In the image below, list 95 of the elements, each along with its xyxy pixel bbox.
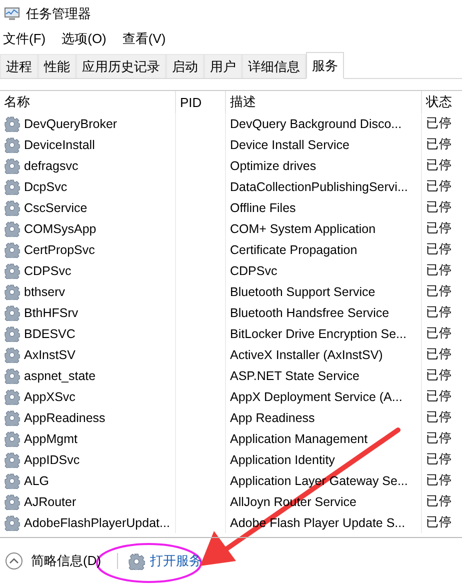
service-status: 已停 (426, 409, 452, 426)
service-status: 已停 (426, 304, 452, 321)
service-name: CertPropSvc (24, 242, 95, 256)
column-header[interactable]: 名称 (4, 93, 30, 111)
service-description: DataCollectionPublishingServi... (230, 180, 408, 194)
service-status: 已停 (426, 283, 452, 300)
service-status: 已停 (426, 262, 452, 279)
tab[interactable]: 应用历史记录 (76, 54, 166, 78)
service-status: 已停 (426, 430, 452, 447)
service-name: DeviceInstall (24, 138, 95, 152)
service-description: Offline Files (230, 200, 296, 214)
gear-icon (4, 200, 20, 216)
tab[interactable]: 启动 (166, 54, 204, 78)
service-status: 已停 (426, 346, 452, 363)
service-name: AdobeFlashPlayerUpdat... (24, 516, 170, 530)
service-name: ALG (24, 474, 50, 488)
service-status: 已停 (426, 157, 452, 174)
gear-icon (4, 346, 20, 362)
service-name: COMSysApp (24, 222, 96, 236)
service-name: DevQueryBroker (24, 116, 118, 130)
gear-icon (4, 304, 20, 320)
service-status: 已停 (426, 178, 452, 195)
gear-icon (4, 178, 20, 194)
service-name: CDPSvc (24, 264, 72, 278)
gear-icon (4, 326, 20, 342)
service-description: Bluetooth Handsfree Service (230, 306, 390, 320)
service-status: 已停 (426, 115, 452, 132)
tab[interactable]: 详细信息 (242, 54, 306, 78)
chevron-up-icon (5, 552, 23, 570)
gear-icon (4, 116, 20, 132)
service-description: Optimize drives (230, 158, 316, 172)
service-name: AJRouter (24, 494, 76, 508)
service-name: AppMgmt (24, 432, 78, 446)
gear-icon (4, 514, 20, 530)
gear-icon (4, 220, 20, 236)
service-name: AppIDSvc (24, 452, 80, 466)
gear-icon (4, 410, 20, 426)
gear-icon (4, 368, 20, 384)
service-status: 已停 (426, 472, 452, 489)
service-description: DevQuery Background Disco... (230, 116, 402, 130)
service-status: 已停 (426, 241, 452, 258)
tab[interactable]: 性能 (38, 54, 76, 78)
gear-icon (4, 262, 20, 278)
service-description: ActiveX Installer (AxInstSV) (230, 348, 383, 362)
service-name: AppReadiness (24, 410, 106, 424)
service-name: bthserv (24, 284, 65, 298)
tab[interactable]: 进程 (0, 54, 38, 78)
service-name: BthHFSrv (24, 306, 78, 320)
service-status: 已停 (426, 493, 452, 510)
service-status: 已停 (426, 367, 452, 384)
service-description: AppX Deployment Service (A... (230, 390, 402, 404)
service-name: aspnet_state (24, 368, 96, 382)
service-status: 已停 (426, 199, 452, 216)
gear-icon (4, 472, 20, 488)
service-description: ASP.NET State Service (230, 368, 360, 382)
gear-icon (4, 452, 20, 468)
gear-icon (4, 136, 20, 152)
service-status: 已停 (426, 514, 452, 531)
column-header[interactable]: 描述 (230, 93, 256, 111)
gear-icon (4, 430, 20, 446)
service-description: App Readiness (230, 410, 315, 424)
service-status: 已停 (426, 136, 452, 153)
service-description: BitLocker Drive Encryption Se... (230, 326, 406, 340)
window-title: 任务管理器 (26, 5, 91, 23)
service-name: defragsvc (24, 158, 78, 172)
service-name: DcpSvc (24, 180, 68, 194)
menu-item[interactable]: 查看(V) (122, 30, 166, 48)
tab[interactable]: 用户 (204, 54, 242, 78)
service-name: AxInstSV (24, 348, 76, 362)
service-status: 已停 (426, 325, 452, 342)
service-status: 已停 (426, 451, 452, 468)
service-status: 已停 (426, 220, 452, 237)
service-status: 已停 (426, 388, 452, 405)
service-description: COM+ System Application (230, 222, 376, 236)
service-description: Bluetooth Support Service (230, 284, 376, 298)
gear-icon (4, 242, 20, 258)
gear-icon (4, 158, 20, 174)
column-header[interactable]: 状态 (426, 93, 452, 111)
service-name: AppXSvc (24, 390, 76, 404)
column-header[interactable]: PID (180, 94, 202, 110)
service-description: Application Management (230, 432, 368, 446)
service-description: Application Identity (230, 452, 335, 466)
monitor-icon (4, 7, 20, 21)
tab[interactable]: 服务 (306, 52, 344, 79)
gear-icon (4, 494, 20, 510)
gear-icon (4, 388, 20, 404)
service-description: CDPSvc (230, 264, 278, 278)
gear-icon (128, 552, 146, 570)
gear-icon (4, 284, 20, 300)
service-name: CscService (24, 200, 88, 214)
menu-item[interactable]: 选项(O) (62, 30, 106, 48)
menu-item[interactable]: 文件(F) (3, 30, 46, 48)
service-description: Device Install Service (230, 138, 350, 152)
service-name: BDESVC (24, 326, 76, 340)
service-description: Certificate Propagation (230, 242, 358, 256)
